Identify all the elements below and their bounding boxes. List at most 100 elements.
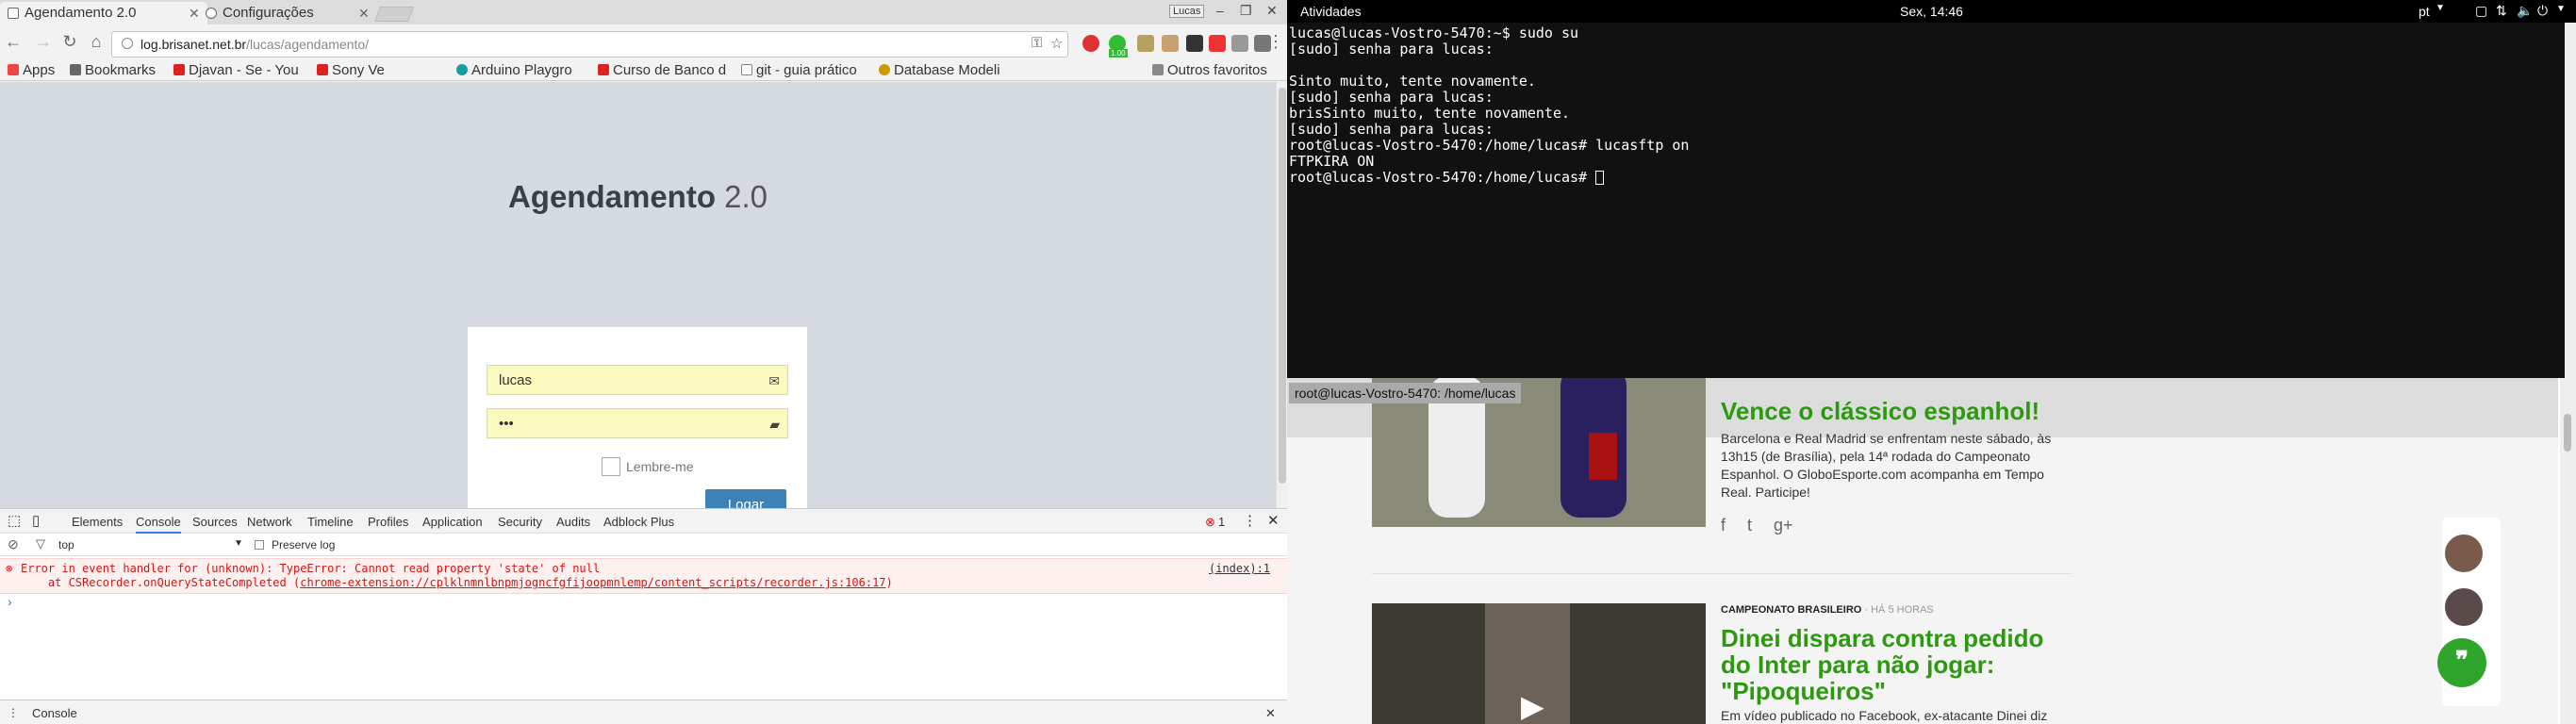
drawer-close-icon[interactable]: ✕ [1265, 706, 1276, 721]
tab-audits[interactable]: Audits [556, 515, 590, 529]
avatar[interactable] [2442, 532, 2485, 575]
devtools-drawer: ⋮ Console ✕ [0, 699, 1287, 724]
tab-configuracoes[interactable]: Configurações ✕ [198, 2, 377, 25]
reload-icon[interactable]: ↻ [60, 32, 79, 52]
tab-network[interactable]: Network [247, 515, 292, 529]
bookmark-arduino[interactable]: Arduino Playgro [456, 62, 572, 78]
article-category: CAMPEONATO BRASILEIRO · HÁ 5 HORAS [1721, 604, 1934, 616]
scrollbar-thumb[interactable] [1279, 88, 1286, 484]
tab-console[interactable]: Console [136, 515, 181, 534]
inspect-icon[interactable]: ⬚ [8, 512, 21, 529]
maximize-icon[interactable]: ❐ [1240, 3, 1252, 19]
facebook-icon[interactable]: f [1721, 516, 1726, 535]
page-viewport: Agendamento 2.0 lucas ✉ ••• ▰ Lembre-me … [0, 82, 1276, 539]
youtube-icon [317, 64, 328, 75]
star-icon[interactable]: ☆ [1050, 35, 1063, 52]
error-stack-link[interactable]: chrome-extension://cplklnmnlbnpmjogncfgf… [300, 576, 885, 589]
chat-icon[interactable]: ❞ [2437, 638, 2486, 687]
version-label: 2.0 [724, 179, 768, 214]
profile-badge[interactable]: Lucas [1169, 5, 1205, 18]
device-icon[interactable]: ▯ [32, 512, 40, 529]
terminal-line: [sudo] senha para lucas: [1289, 41, 1494, 58]
avatar[interactable] [2442, 585, 2485, 629]
google-plus-icon[interactable]: g+ [1774, 516, 1793, 535]
power-icon[interactable]: ⏻ [2537, 3, 2548, 19]
twitter-icon[interactable]: t [1747, 516, 1752, 535]
bookmark-bookmarks[interactable]: Bookmarks [70, 62, 156, 78]
language-indicator[interactable]: pt [2419, 4, 2430, 19]
bag-icon[interactable] [1137, 35, 1154, 52]
address-bar[interactable]: log.brisanet.net.br/lucas/agendamento/ ⚿… [111, 31, 1068, 58]
back-icon[interactable]: ← [4, 32, 23, 52]
chevron-down-icon[interactable]: ▼ [234, 538, 243, 549]
volume-icon[interactable]: 🔈 [2517, 3, 2533, 19]
video-thumbnail[interactable]: ▶ [1372, 603, 1706, 724]
cast-icon[interactable] [1231, 35, 1248, 52]
remember-label: Lembre-me [626, 459, 694, 474]
console-prompt[interactable]: › [8, 594, 12, 609]
bookmark-apps[interactable]: Apps [8, 62, 55, 78]
terminal-window[interactable]: lucas@lucas-Vostro-5470:~$ sudo su [sudo]… [1287, 23, 2565, 378]
clear-icon[interactable]: ⊘ [8, 536, 19, 552]
error-source-link[interactable]: (index):1 [1209, 562, 1270, 575]
devtools-close-icon[interactable]: ✕ [1267, 512, 1280, 529]
scrollbar-thumb[interactable] [2564, 414, 2571, 452]
console-toolbar: ⊘ ▽ top ▼ Preserve log [0, 534, 1287, 556]
menu-icon[interactable]: ⋮ [1266, 32, 1285, 52]
bookmark-djavan[interactable]: Djavan - Se - You [173, 62, 299, 78]
database-icon [879, 64, 890, 75]
username-field[interactable]: lucas ✉ [487, 365, 788, 395]
preserve-log-checkbox[interactable] [255, 540, 264, 550]
tab-profiles[interactable]: Profiles [368, 515, 408, 529]
chevron-down-icon[interactable]: ▼ [2436, 3, 2445, 13]
drawer-menu-icon[interactable]: ⋮ [8, 706, 19, 719]
filter-icon[interactable]: ▽ [36, 536, 45, 551]
tab-application[interactable]: Application [422, 515, 483, 529]
bookmark-git[interactable]: git - guia prático [741, 62, 857, 78]
password-field[interactable]: ••• ▰ [487, 408, 788, 438]
error-message: Error in event handler for (unknown): Ty… [21, 562, 601, 575]
home-icon[interactable]: ⌂ [87, 32, 106, 52]
remember-checkbox[interactable] [602, 457, 620, 476]
minimize-icon[interactable]: – [1216, 3, 1224, 18]
clock[interactable]: Sex, 14:46 [1900, 4, 1963, 19]
player-figure [1589, 433, 1617, 480]
article-headline[interactable]: Vence o clássico espanhol! [1721, 398, 2039, 424]
terminal-line: [sudo] senha para lucas: [1289, 89, 1494, 106]
preserve-log-label: Preserve log [272, 538, 336, 551]
devtools-menu-icon[interactable]: ⋮ [1243, 512, 1257, 529]
terminal-prompt-line: root@lucas-Vostro-5470:/home/lucas# [1289, 170, 2565, 186]
close-window-icon[interactable]: ✕ [1266, 3, 1278, 19]
pocket-icon[interactable] [1186, 35, 1203, 52]
activities-button[interactable]: Atividades [1300, 4, 1362, 19]
tab-timeline[interactable]: Timeline [307, 515, 354, 529]
network-icon[interactable]: ⇅ [2496, 3, 2507, 19]
key-icon[interactable]: ⚿ [1032, 35, 1042, 51]
bookmark-curso-banco[interactable]: Curso de Banco d [598, 62, 726, 78]
close-icon[interactable]: ✕ [358, 6, 370, 22]
other-bookmarks[interactable]: Outros favoritos [1152, 62, 1267, 78]
tab-sources[interactable]: Sources [192, 515, 238, 529]
forward-icon[interactable]: → [34, 32, 53, 52]
context-select[interactable]: top [58, 538, 74, 551]
info-icon[interactable] [122, 38, 133, 49]
zotero-icon[interactable] [1209, 35, 1226, 52]
error-icon[interactable]: ⊗ [1205, 515, 1215, 530]
window-icon[interactable]: ▢ [2475, 3, 2487, 19]
play-icon[interactable]: ▶ [1521, 688, 1544, 724]
extension-badge: 1.00 [1109, 49, 1128, 58]
tab-adblock-plus[interactable]: Adblock Plus [603, 515, 674, 529]
bookmark-sony[interactable]: Sony Ve [317, 62, 385, 78]
tab-elements[interactable]: Elements [72, 515, 123, 529]
new-tab-button[interactable] [374, 7, 414, 22]
article-headline[interactable]: Dinei dispara contra pedido do Inter par… [1721, 625, 2079, 704]
tab-agendamento[interactable]: Agendamento 2.0 ✕ [0, 2, 207, 25]
adblock-icon[interactable] [1082, 35, 1099, 52]
bookmark-database[interactable]: Database Modeli [879, 62, 1000, 78]
drawer-tab-console[interactable]: Console [32, 706, 77, 720]
tab-security[interactable]: Security [498, 515, 542, 529]
chevron-down-icon[interactable]: ▼ [2556, 4, 2566, 14]
page-scrollbar[interactable] [1276, 82, 1287, 508]
box-icon[interactable] [1162, 35, 1179, 52]
